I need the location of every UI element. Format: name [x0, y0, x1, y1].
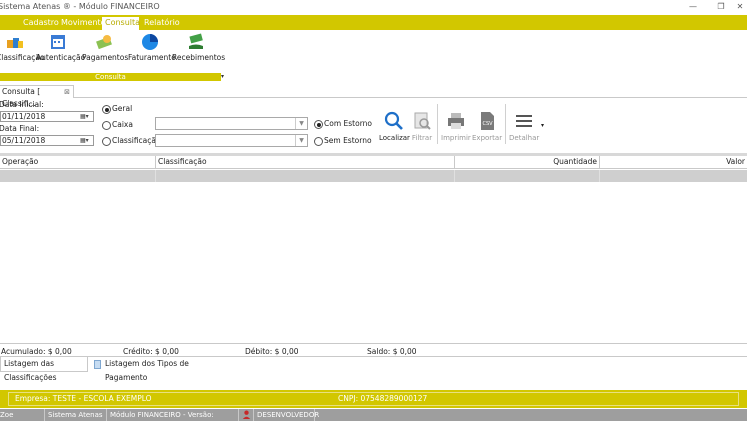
- column-operacao[interactable]: Operação: [0, 156, 156, 169]
- menu-relatorio[interactable]: Relatório: [141, 15, 183, 30]
- data-inicial-value: 01/11/2018: [2, 112, 46, 121]
- radio-caixa[interactable]: Caixa: [102, 120, 133, 130]
- radio-geral[interactable]: Geral: [102, 104, 132, 114]
- printer-icon: [447, 113, 464, 129]
- data-final-value: 05/11/2018: [2, 136, 46, 145]
- calendar-icon: [51, 35, 65, 49]
- table-cell: [0, 170, 156, 182]
- status-module-version: Módulo FINANCEIRO - Versão: 1.0.0.1907: [108, 409, 239, 431]
- ribbon-group-label: Consulta: [0, 73, 221, 81]
- menu-movimento[interactable]: Movimento: [58, 15, 109, 30]
- localizar-button[interactable]: Localizar: [379, 111, 410, 142]
- detalhar-button[interactable]: Detalhar: [509, 111, 539, 142]
- doc-tab-consulta[interactable]: Consulta [ Classifi... ⊠: [0, 85, 74, 108]
- cash-hand-icon: [189, 33, 203, 49]
- calendar-dropdown-icon[interactable]: ▦▾: [80, 137, 92, 145]
- ribbon-recebimentos-button[interactable]: Recebimentos: [172, 33, 225, 62]
- chevron-down-icon[interactable]: ▼: [295, 118, 307, 129]
- empresa-name: Empresa: TESTE - ESCOLA EXEMPLO: [15, 394, 152, 403]
- csv-file-icon: CSV: [481, 112, 494, 130]
- table-cell: [156, 170, 455, 182]
- status-user: DESENVOLVEDOR: [257, 409, 320, 421]
- menu-lines-icon: [516, 115, 532, 127]
- classificacao-select[interactable]: ▼: [155, 134, 308, 147]
- column-valor[interactable]: Valor: [600, 156, 747, 169]
- csv-text: CSV: [482, 121, 493, 127]
- table-row[interactable]: [0, 170, 747, 182]
- filter-list-icon: [414, 112, 431, 130]
- detalhar-label: Detalhar: [509, 134, 540, 142]
- ribbon-faturamento-button[interactable]: Faturamento: [128, 33, 176, 62]
- window-titlebar: Sistema Atenas ® - Módulo FINANCEIRO — ❐…: [0, 0, 747, 14]
- person-icon: [242, 410, 251, 419]
- user-icon: [240, 409, 254, 421]
- localizar-label: Localizar: [379, 134, 410, 142]
- ribbon-label: Faturamento: [128, 53, 176, 62]
- data-final-label: Data Final:: [0, 124, 40, 133]
- grid-bottom-border: [0, 343, 747, 344]
- search-icon: [384, 111, 403, 130]
- data-final-field[interactable]: 05/11/2018 ▦▾: [0, 135, 94, 146]
- minimize-button[interactable]: —: [679, 0, 707, 14]
- toolbar-separator: [437, 104, 438, 144]
- radio-sem-estorno[interactable]: Sem Estorno: [314, 136, 372, 146]
- empresa-cnpj: CNPJ: 07548289000127: [338, 394, 428, 403]
- tab-label: Listagem dos Tipos de Pagamento: [105, 359, 189, 382]
- caixa-select[interactable]: ▼: [155, 117, 308, 130]
- calendar-dropdown-icon[interactable]: ▦▾: [80, 113, 92, 121]
- ribbon: Classificação Autenticação Pagamentos Fa…: [0, 30, 747, 73]
- filtrar-label: Filtrar: [411, 134, 433, 142]
- system-status-bar: Zoe Tecnologia Sistema Atenas ® Módulo F…: [0, 409, 747, 431]
- toolbar-separator: [505, 104, 506, 144]
- column-classificacao[interactable]: Classificação: [156, 156, 455, 169]
- money-icon: [96, 35, 112, 50]
- document-icon: [94, 360, 101, 369]
- total-debito: Débito: $ 0,00: [245, 347, 299, 356]
- menu-bar: Cadastro Movimento Consulta Relatório: [0, 15, 747, 30]
- column-quantidade[interactable]: Quantidade: [455, 156, 600, 169]
- menu-consulta[interactable]: Consulta: [102, 15, 140, 30]
- detalhar-dropdown-icon[interactable]: ▾: [541, 122, 544, 129]
- menu-cadastro[interactable]: Cadastro: [20, 15, 62, 30]
- empresa-bar: Empresa: TESTE - ESCOLA EXEMPLO CNPJ: 07…: [0, 390, 747, 408]
- pie-chart-icon: [142, 34, 158, 50]
- total-saldo: Saldo: $ 0,00: [367, 347, 417, 356]
- tab-listagem-classificacoes[interactable]: Listagem das Classificações: [0, 357, 88, 382]
- radio-com-estorno[interactable]: Com Estorno: [314, 119, 372, 129]
- ribbon-autenticacao-button[interactable]: Autenticação: [36, 33, 85, 62]
- document-tab-strip: Consulta [ Classifi... ⊠: [0, 85, 747, 108]
- window-title: Sistema Atenas ® - Módulo FINANCEIRO: [0, 2, 160, 11]
- radio-classificacao[interactable]: Classificação: [102, 136, 161, 146]
- exportar-label: Exportar: [472, 134, 503, 142]
- ribbon-classificacao-button[interactable]: Classificação: [0, 33, 45, 62]
- tab-listagem-tipos-pagamento[interactable]: Listagem dos Tipos de Pagamento: [90, 357, 220, 382]
- table-cell: [455, 170, 600, 182]
- imprimir-label: Imprimir: [441, 134, 471, 142]
- ribbon-label: Recebimentos: [172, 53, 226, 62]
- total-credito: Crédito: $ 0,00: [123, 347, 179, 356]
- ribbon-pagamentos-button[interactable]: Pagamentos: [82, 33, 129, 62]
- total-acumulado: Acumulado: $ 0,00: [1, 347, 72, 356]
- close-tab-icon[interactable]: ⊠: [64, 86, 70, 98]
- status-company: Zoe Tecnologia: [0, 409, 45, 431]
- status-system: Sistema Atenas ®: [46, 409, 107, 431]
- bottom-tab-strip: Listagem das Classificações Listagem dos…: [0, 356, 747, 382]
- grid-header: Operação Classificação Quantidade Valor: [0, 156, 747, 169]
- ribbon-collapse-button[interactable]: ▾: [221, 73, 227, 81]
- data-inicial-field[interactable]: 01/11/2018 ▦▾: [0, 111, 94, 122]
- folders-icon: [7, 38, 23, 48]
- filtrar-button[interactable]: Filtrar: [410, 111, 434, 142]
- imprimir-button[interactable]: Imprimir: [441, 111, 471, 142]
- ribbon-label: Pagamentos: [82, 53, 129, 62]
- exportar-button[interactable]: CSV Exportar: [472, 111, 502, 142]
- data-inicial-label: Data Inicial:: [0, 100, 44, 109]
- chevron-down-icon[interactable]: ▼: [295, 135, 307, 146]
- close-button[interactable]: ✕: [733, 0, 747, 14]
- ribbon-label: Autenticação: [36, 53, 86, 62]
- restore-button[interactable]: ❐: [707, 0, 735, 14]
